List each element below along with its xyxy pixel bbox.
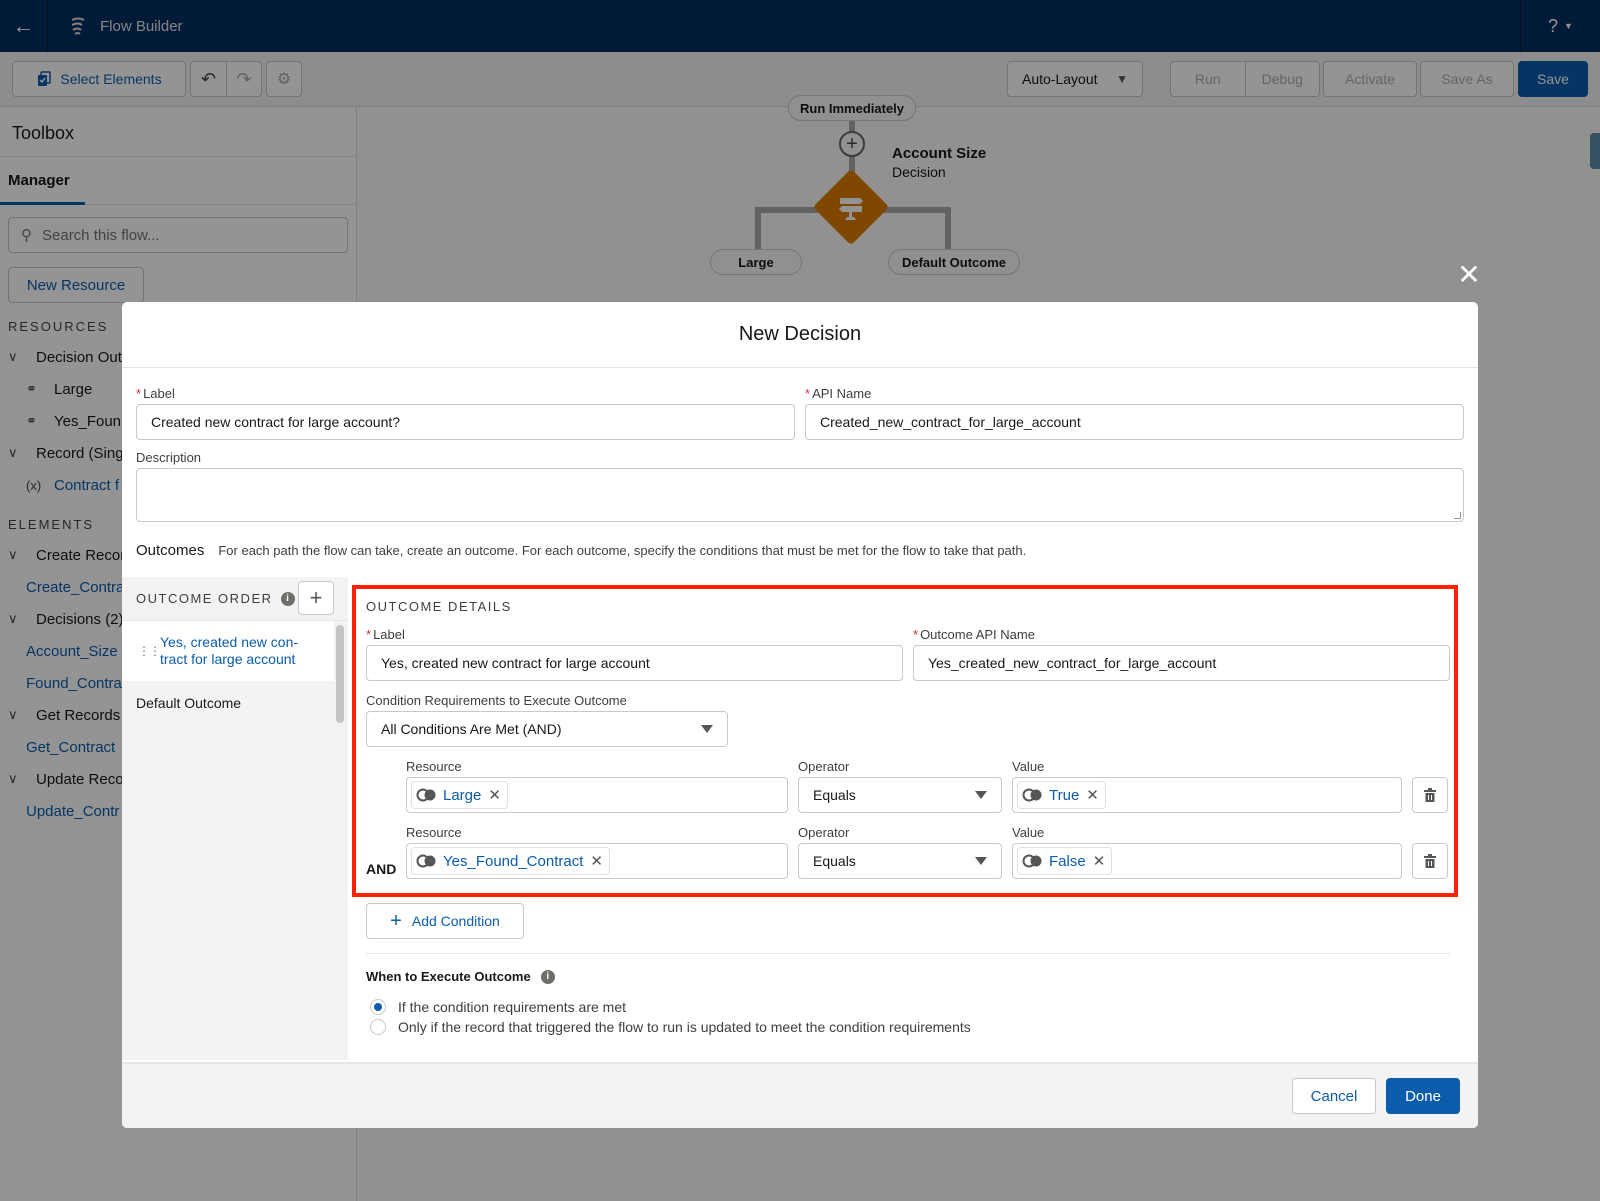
remove-pill-icon[interactable]: ✕ — [1093, 852, 1106, 870]
divider — [366, 953, 1450, 954]
radio-unselected[interactable] — [370, 1019, 386, 1035]
resource-pill: Yes_Found_Contract ✕ — [411, 847, 610, 875]
operator-select[interactable]: Equals — [798, 777, 1002, 813]
outcome-details-pane: OUTCOME DETAILS * Label Yes, created new … — [348, 577, 1478, 1060]
drag-handle-icon[interactable]: ⋮⋮ — [138, 645, 161, 657]
outcome-details-heading: OUTCOME DETAILS — [366, 599, 512, 614]
outcome-label-input[interactable]: Yes, created new contract for large acco… — [366, 645, 903, 681]
outcome-order-pane: OUTCOME ORDER i + ⋮⋮ Yes, created new co… — [122, 577, 348, 1060]
trash-icon — [1424, 854, 1436, 868]
outcome-list-item-active[interactable]: ⋮⋮ Yes, created new con-tract for large … — [122, 621, 334, 681]
when-option-met[interactable]: If the condition requirements are met — [370, 999, 626, 1015]
modal-footer: Cancel Done — [122, 1062, 1478, 1128]
outcome-list-item[interactable]: Default Outcome — [122, 681, 348, 725]
outcome-api-name-input[interactable]: Yes_created_new_contract_for_large_accou… — [913, 645, 1450, 681]
global-constant-icon — [1022, 788, 1042, 802]
outcome-icon — [416, 788, 436, 802]
remove-pill-icon[interactable]: ✕ — [488, 786, 501, 804]
add-condition-label: Add Condition — [411, 913, 500, 929]
radio-label: If the condition requirements are met — [398, 999, 627, 1015]
condition-requirements-select[interactable]: All Conditions Are Met (AND) — [366, 711, 728, 747]
operator-label: Operator — [798, 759, 850, 774]
operator-label: Operator — [798, 825, 850, 840]
caret-down-icon — [975, 791, 987, 799]
info-icon[interactable]: i — [540, 969, 555, 984]
close-modal-button[interactable]: ✕ — [1456, 259, 1482, 290]
resource-input[interactable]: Yes_Found_Contract ✕ — [406, 843, 788, 879]
resource-label: Resource — [406, 825, 462, 840]
outcome-label-field-label: * Label — [366, 627, 405, 642]
resource-input[interactable]: Large ✕ — [406, 777, 788, 813]
value-label: Value — [1012, 825, 1045, 840]
value-label: Value — [1012, 759, 1045, 774]
condition-requirements-value: All Conditions Are Met (AND) — [381, 721, 562, 737]
cancel-button[interactable]: Cancel — [1292, 1078, 1376, 1114]
close-icon: ✕ — [1457, 259, 1481, 290]
api-name-field-label: * API Name — [805, 386, 872, 401]
delete-condition-button[interactable] — [1412, 777, 1448, 813]
delete-condition-button[interactable] — [1412, 843, 1448, 879]
api-name-input[interactable]: Created_new_contract_for_large_account — [805, 404, 1464, 440]
caret-down-icon — [701, 725, 713, 733]
caret-down-icon — [975, 857, 987, 865]
global-constant-icon — [1022, 854, 1042, 868]
new-decision-modal: New Decision * Label Created new contract… — [122, 302, 1478, 1128]
remove-pill-icon[interactable]: ✕ — [590, 852, 603, 870]
description-textarea[interactable] — [136, 468, 1464, 522]
outcome-icon — [416, 854, 436, 868]
value-pill: True ✕ — [1017, 781, 1106, 809]
when-option-updated[interactable]: Only if the record that triggered the fl… — [370, 1019, 971, 1035]
done-button[interactable]: Done — [1386, 1078, 1460, 1114]
label-field-label: * Label — [136, 386, 175, 401]
value-pill: False ✕ — [1017, 847, 1113, 875]
label-input[interactable]: Created new contract for large account? — [136, 404, 795, 440]
radio-label: Only if the record that triggered the fl… — [398, 1019, 971, 1035]
trash-icon — [1424, 788, 1436, 802]
scrollbar[interactable] — [336, 625, 344, 723]
add-outcome-button[interactable]: + — [298, 581, 334, 615]
condition-requirements-label: Condition Requirements to Execute Outcom… — [366, 693, 627, 708]
when-to-execute-heading: When to Execute Outcome i — [366, 969, 555, 984]
value-input[interactable]: True ✕ — [1012, 777, 1402, 813]
add-condition-button[interactable]: + Add Condition — [366, 903, 524, 939]
outcomes-help-text: For each path the flow can take, create … — [218, 543, 1027, 558]
outcome-api-name-field-label: * Outcome API Name — [913, 627, 1035, 642]
condition-connector: AND — [366, 861, 397, 877]
resource-pill: Large ✕ — [411, 781, 508, 809]
remove-pill-icon[interactable]: ✕ — [1086, 786, 1099, 804]
outcome-list-item-label: Yes, created new con-tract for large acc… — [160, 634, 299, 667]
resource-label: Resource — [406, 759, 462, 774]
plus-icon: + — [390, 909, 402, 932]
value-input[interactable]: False ✕ — [1012, 843, 1402, 879]
description-field-label: Description — [136, 450, 202, 465]
info-icon[interactable]: i — [280, 591, 295, 606]
outcomes-title: Outcomes — [136, 542, 205, 559]
modal-title: New Decision — [122, 302, 1478, 368]
radio-selected[interactable] — [370, 999, 386, 1015]
operator-select[interactable]: Equals — [798, 843, 1002, 879]
